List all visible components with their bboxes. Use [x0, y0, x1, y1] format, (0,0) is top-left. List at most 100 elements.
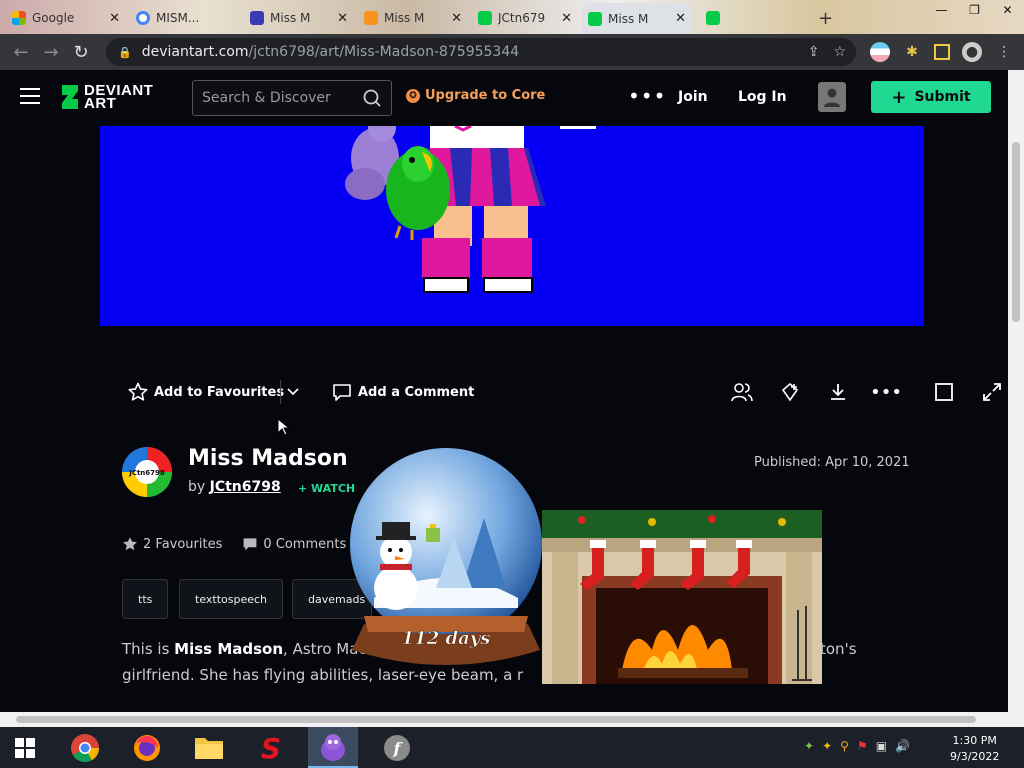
tray-app-icon[interactable]: ✦	[804, 739, 814, 753]
search-icon[interactable]	[363, 89, 381, 107]
browser-tab[interactable]: Miss M ✕	[358, 5, 468, 31]
minimize-icon[interactable]: —	[925, 0, 958, 20]
browser-menu-icon[interactable]: ⋮	[994, 42, 1014, 62]
browser-tab-strip: Google ✕ MISM... Miss M ✕ Miss M ✕ JCtn6…	[0, 0, 1024, 34]
add-to-favourites-button[interactable]: Add to Favourites	[128, 382, 284, 402]
star-filled-icon	[123, 537, 137, 551]
browser-tab[interactable]: Google ✕	[6, 5, 126, 31]
tab-title: Miss M	[384, 11, 425, 25]
clock-time: 1:30 PM	[952, 734, 997, 747]
menu-hamburger-icon[interactable]	[20, 88, 40, 104]
deviation-stats: 2 Favourites 0 Comments	[122, 536, 346, 552]
taskbar-file-explorer[interactable]	[184, 727, 234, 768]
author-byline: by JCtn6798	[188, 479, 281, 495]
back-icon[interactable]: ←	[6, 37, 36, 67]
taskbar-chrome[interactable]	[60, 727, 110, 768]
windows-logo-icon	[15, 737, 35, 758]
favourites-count: 2 Favourites	[143, 536, 223, 552]
tray-search-icon[interactable]: ⚲	[840, 739, 849, 753]
maximize-icon[interactable]: ❐	[958, 0, 991, 20]
user-silhouette-icon	[824, 88, 840, 107]
deviation-action-bar: Add to Favourites Add a Comment •••	[0, 370, 1008, 414]
new-tab-button[interactable]: +	[812, 5, 836, 31]
vertical-scrollbar[interactable]	[1008, 70, 1024, 712]
share-icon[interactable]: ⇪	[808, 44, 820, 60]
mouse-pointer-icon	[277, 418, 289, 436]
tag-chip[interactable]: texttospeech	[179, 579, 284, 619]
close-tab-icon[interactable]: ✕	[561, 11, 572, 26]
taskbar-bonzi-app[interactable]	[308, 727, 358, 768]
search-input[interactable]: Search & Discover	[192, 80, 392, 116]
deviation-image[interactable]	[100, 126, 924, 326]
close-tab-icon[interactable]: ✕	[109, 11, 120, 26]
close-tab-icon[interactable]: ✕	[675, 11, 686, 26]
browser-tab[interactable]: JCtn679 ✕	[472, 5, 578, 31]
extension-flag-icon[interactable]	[870, 42, 890, 62]
upgrade-to-core-link[interactable]: ✪ Upgrade to Core	[406, 88, 545, 103]
tab-favicon-icon	[364, 11, 378, 25]
firefox-icon	[134, 734, 160, 761]
volume-icon[interactable]: 🔊	[895, 739, 910, 753]
tray-flag-icon[interactable]: ⚑	[857, 739, 868, 753]
browser-tab[interactable]	[700, 5, 740, 31]
horizontal-scrollbar-thumb[interactable]	[16, 716, 976, 723]
snowglobe-illustration: 112 days	[350, 448, 542, 665]
google-favicon-icon	[136, 11, 150, 25]
comments-stat[interactable]: 0 Comments	[242, 536, 346, 552]
close-window-icon[interactable]: ✕	[991, 0, 1024, 20]
desc-text: ton's	[820, 640, 857, 658]
taskbar-sonic-app[interactable]: S	[246, 727, 296, 768]
user-avatar-placeholder[interactable]	[818, 82, 846, 112]
collections-dropdown-chevron-icon[interactable]	[280, 380, 304, 404]
reload-icon[interactable]: ↻	[66, 37, 96, 67]
profile-icon[interactable]: ●	[962, 42, 982, 62]
start-button[interactable]	[0, 727, 50, 768]
browser-tab[interactable]: Miss M ✕	[244, 5, 354, 31]
upgrade-label: Upgrade to Core	[425, 88, 546, 103]
browser-tab-active[interactable]: Miss M ✕	[582, 3, 692, 34]
plus-icon: +	[891, 86, 907, 108]
taskbar-flash-app[interactable]: f	[372, 727, 422, 768]
address-bar[interactable]: 🔒 deviantart.com/jctn6798/art/Miss-Madso…	[106, 38, 856, 66]
window-controls: — ❐ ✕	[925, 0, 1024, 20]
side-panel-icon[interactable]	[934, 44, 950, 60]
taskbar-firefox[interactable]	[122, 727, 172, 768]
fit-screen-icon[interactable]	[932, 380, 956, 404]
download-icon[interactable]	[826, 380, 850, 404]
browser-tab[interactable]: MISM...	[130, 5, 240, 31]
network-icon[interactable]: ▣	[876, 739, 887, 753]
deviation-title: Miss Madson	[188, 446, 348, 471]
fullscreen-expand-icon[interactable]	[980, 380, 1004, 404]
badge-give-icon[interactable]	[778, 380, 802, 404]
taskbar-clock[interactable]: 1:30 PM 9/3/2022	[950, 733, 999, 765]
vertical-scrollbar-thumb[interactable]	[1012, 142, 1020, 322]
submit-button[interactable]: + Submit	[871, 81, 991, 113]
bonzi-purple-gorilla-icon	[321, 733, 345, 761]
author-avatar[interactable]: JCtn6798	[122, 447, 172, 497]
author-link[interactable]: JCtn6798	[210, 479, 281, 495]
deviantart-logo[interactable]: DEVIANT ART	[60, 83, 153, 111]
tag-chip[interactable]: tts	[122, 579, 169, 619]
by-prefix: by	[188, 479, 206, 495]
bookmark-star-icon[interactable]: ☆	[833, 44, 846, 60]
more-actions-icon[interactable]: •••	[870, 380, 902, 404]
add-comment-button[interactable]: Add a Comment	[332, 382, 474, 402]
watchers-people-icon[interactable]	[730, 380, 754, 404]
tab-favicon-icon	[250, 11, 264, 25]
site-header: DEVIANT ART Search & Discover ✪ Upgrade …	[0, 70, 1008, 126]
tab-title: Google	[32, 11, 75, 25]
tray-app-icon[interactable]: ✦	[822, 739, 832, 753]
comment-bubble-icon	[333, 384, 351, 401]
comment-label: Add a Comment	[358, 384, 475, 400]
more-options-icon[interactable]: •••	[628, 86, 666, 106]
join-link[interactable]: Join	[678, 89, 708, 105]
horizontal-scrollbar[interactable]	[0, 712, 1024, 727]
close-tab-icon[interactable]: ✕	[451, 11, 462, 26]
deviantart-favicon-icon	[588, 11, 602, 26]
favourites-stat[interactable]: 2 Favourites	[122, 536, 222, 552]
forward-icon[interactable]: →	[36, 37, 66, 67]
extensions-puzzle-icon[interactable]: ✱	[902, 42, 922, 62]
desc-name: Miss Madson	[174, 640, 284, 658]
close-tab-icon[interactable]: ✕	[337, 11, 348, 26]
login-link[interactable]: Log In	[738, 89, 787, 105]
